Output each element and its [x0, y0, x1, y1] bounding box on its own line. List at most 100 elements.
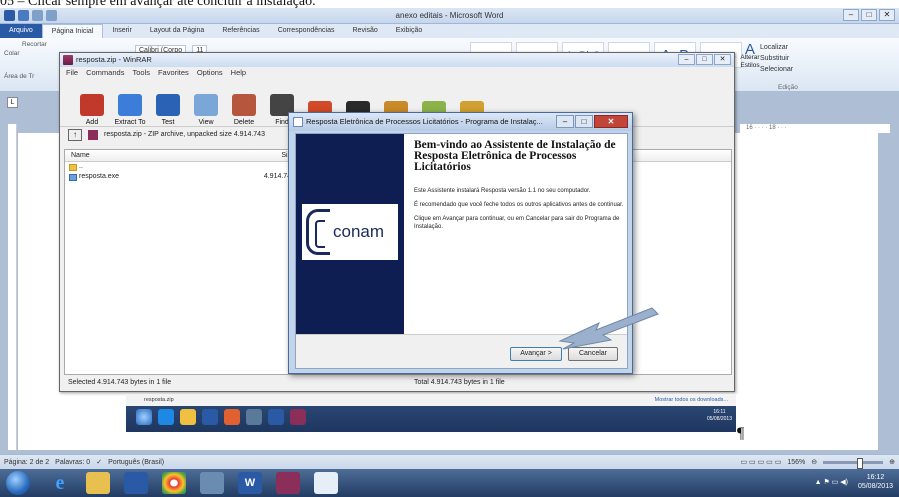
word-taskbar-icon[interactable]: W	[238, 472, 262, 494]
tab-correspondencias[interactable]: Correspondências	[269, 24, 344, 38]
network-icon[interactable]	[246, 409, 262, 425]
cut-button[interactable]: Recortar	[4, 40, 47, 49]
explorer-icon[interactable]	[180, 409, 196, 425]
toolbar-label: Delete	[233, 119, 255, 126]
toolbar-icon	[80, 94, 104, 116]
start-orb-icon[interactable]	[136, 409, 152, 425]
maximize-icon[interactable]: □	[861, 9, 877, 21]
winrar-taskbar-icon[interactable]	[290, 409, 306, 425]
zoom-level[interactable]: 156%	[787, 455, 805, 470]
installer-heading: Bem-vindo ao Assistente de Instalação de…	[414, 139, 616, 173]
menu-options[interactable]: Options	[197, 67, 223, 79]
conam-logo-text: conam	[333, 222, 385, 241]
toolbar-label: Extract To	[114, 119, 146, 126]
next-button[interactable]: Avançar >	[510, 347, 562, 361]
tab-layout[interactable]: Layout da Página	[141, 24, 214, 38]
language[interactable]: Português (Brasil)	[108, 455, 164, 470]
toolbar-button-test[interactable]: Test	[150, 94, 186, 126]
menu-favorites[interactable]: Favorites	[158, 67, 189, 79]
zoom-slider[interactable]	[823, 458, 884, 469]
download-file[interactable]: resposta.zip	[144, 394, 174, 406]
clock[interactable]: 16:12 05/08/2013	[858, 473, 893, 491]
inner-clock: 16:11 05/08/2013	[707, 409, 732, 423]
installer-dialog: Resposta Eletrônica de Processos Licitat…	[288, 112, 633, 374]
zoom-in-icon[interactable]: ⊕	[889, 455, 895, 470]
toolbar-icon	[194, 94, 218, 116]
winrar-minimize-icon[interactable]: –	[678, 54, 695, 65]
winrar-title: resposta.zip - WinRAR	[76, 55, 152, 64]
winrar-icon	[63, 55, 73, 65]
toolbar-button-add[interactable]: Add	[74, 94, 110, 126]
folder-icon	[69, 163, 77, 171]
winrar-taskbar-icon[interactable]	[276, 472, 300, 494]
ie-icon[interactable]	[158, 409, 174, 425]
chrome-icon[interactable]	[224, 409, 240, 425]
installer-close-icon[interactable]: ✕	[594, 115, 628, 128]
chrome-icon[interactable]	[162, 472, 186, 494]
clock-date: 05/08/2013	[857, 483, 893, 490]
conam-logo: conam	[302, 204, 398, 260]
installer-footer: Avançar > Cancelar	[296, 334, 627, 368]
cancel-button[interactable]: Cancelar	[568, 347, 618, 361]
installer-text-2: É recomendado que você feche todos os ou…	[414, 202, 624, 208]
file-name: resposta.exe	[79, 173, 120, 180]
menu-commands[interactable]: Commands	[86, 67, 124, 79]
tab-pagina-inicial[interactable]: Página Inicial	[41, 24, 104, 38]
conam-logo-mark	[306, 209, 330, 255]
toolbar-label: View	[198, 119, 214, 126]
winrar-title-bar: resposta.zip - WinRAR – □ ✕	[60, 53, 734, 67]
tab-revisao[interactable]: Revisão	[344, 24, 387, 38]
installer-minimize-icon[interactable]: –	[556, 115, 574, 128]
installer-taskbar-icon[interactable]	[314, 472, 338, 494]
toolbar-button-view[interactable]: View	[188, 94, 224, 126]
winrar-maximize-icon[interactable]: □	[696, 54, 713, 65]
installer-maximize-icon[interactable]: □	[575, 115, 593, 128]
word-title-bar: anexo editais - Microsoft Word – □ ✕	[0, 8, 899, 24]
media-icon[interactable]	[202, 409, 218, 425]
installer-content: Bem-vindo ao Assistente de Instalação de…	[414, 139, 624, 237]
replace-button[interactable]: Substituir	[760, 53, 793, 64]
close-icon[interactable]: ✕	[879, 9, 895, 21]
tab-inserir[interactable]: Inserir	[103, 24, 140, 38]
winrar-close-icon[interactable]: ✕	[714, 54, 731, 65]
inner-taskbar: resposta.zip Mostrar todos os downloads.…	[126, 394, 736, 432]
toolbar-button-delete[interactable]: Delete	[226, 94, 262, 126]
page-count[interactable]: Página: 2 de 2	[4, 455, 49, 470]
word-taskbar-icon[interactable]	[268, 409, 284, 425]
up-folder-icon[interactable]: ↑	[68, 129, 82, 141]
spellcheck-icon[interactable]: ✓	[96, 455, 102, 470]
media-player-icon[interactable]	[124, 472, 148, 494]
horizontal-ruler: 16 · · · · 18 · · ·	[740, 124, 890, 133]
inner-time: 16:11	[713, 409, 726, 415]
menu-tools[interactable]: Tools	[132, 67, 150, 79]
tab-selector[interactable]: L	[7, 97, 18, 108]
installer-text-1: Este Assistente instalará Resposta versã…	[414, 188, 591, 194]
menu-file[interactable]: File	[66, 67, 78, 79]
paste-button[interactable]: Colar	[4, 49, 47, 58]
toolbar-button-extract-to[interactable]: Extract To	[112, 94, 148, 126]
select-button[interactable]: Selecionar	[760, 64, 793, 75]
zoom-out-icon[interactable]: ⊖	[811, 455, 817, 470]
network-icon[interactable]	[200, 472, 224, 494]
tray-icons[interactable]: ▲ ⚑ ▭ ◀)	[815, 478, 848, 487]
show-downloads-link[interactable]: Mostrar todos os downloads...	[655, 394, 728, 406]
minimize-icon[interactable]: –	[843, 9, 859, 21]
tab-exibicao[interactable]: Exibição	[387, 24, 431, 38]
menu-help[interactable]: Help	[231, 67, 246, 79]
ie-icon[interactable]: e	[48, 472, 72, 494]
toolbar-label: Test	[161, 119, 175, 126]
status-total: Total 4.914.743 bytes in 1 file	[414, 379, 505, 386]
installer-text-3: Clique em Avançar para continuar, ou em …	[414, 216, 620, 230]
explorer-icon[interactable]	[86, 472, 110, 494]
tab-referencias[interactable]: Referências	[213, 24, 268, 38]
winrar-status-bar: Selected 4.914.743 bytes in 1 file Total…	[64, 377, 732, 389]
view-buttons[interactable]: ▭ ▭ ▭ ▭ ▭	[740, 455, 781, 470]
inner-date: 05/08/2013	[706, 416, 732, 422]
find-button[interactable]: Localizar	[760, 42, 793, 53]
tab-arquivo[interactable]: Arquivo	[0, 24, 42, 38]
column-name[interactable]: Name	[65, 150, 245, 161]
vertical-ruler	[8, 124, 17, 450]
word-window-title: anexo editais - Microsoft Word	[395, 11, 504, 20]
word-count[interactable]: Palavras: 0	[55, 455, 90, 470]
start-button[interactable]	[6, 471, 30, 495]
